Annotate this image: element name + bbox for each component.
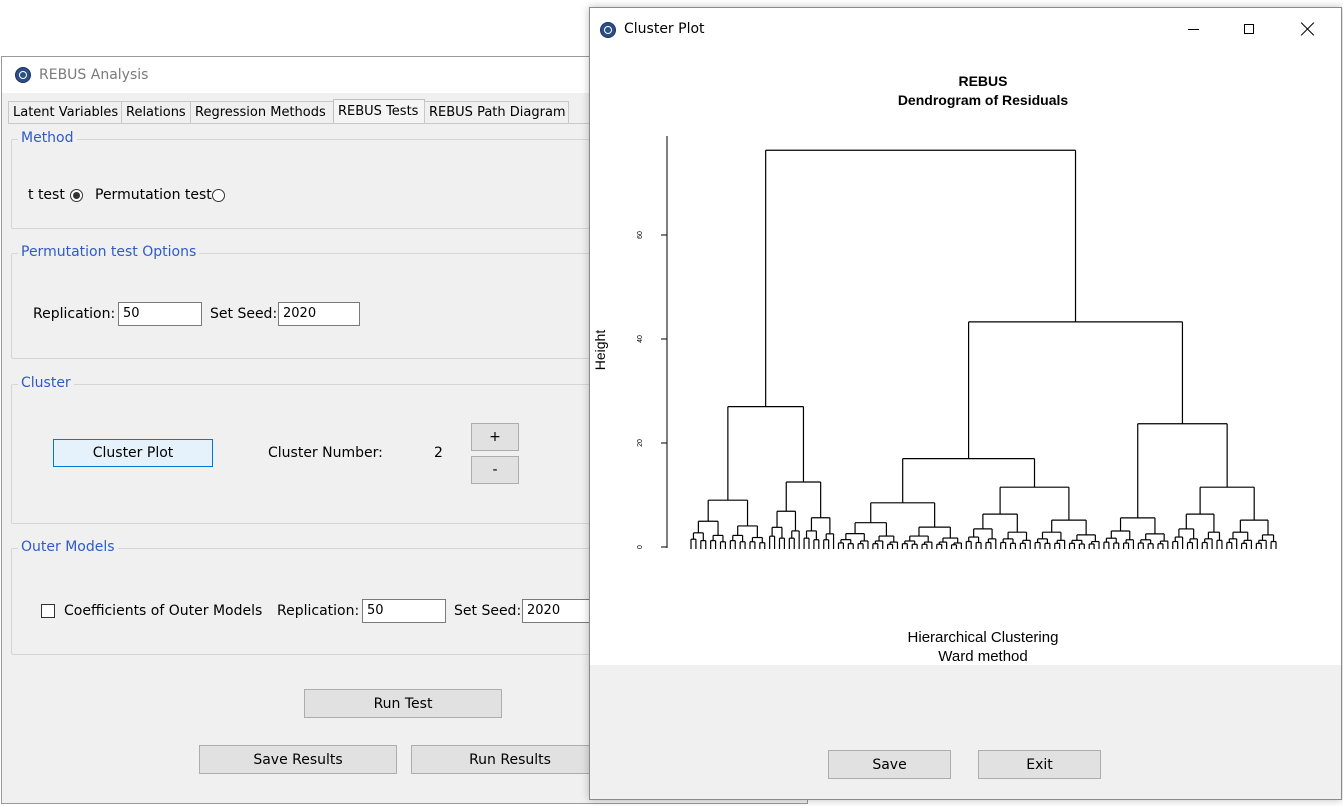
window-title: REBUS Analysis [39,67,149,83]
outer-models-checkbox-label: Coefficients of Outer Models [64,603,263,619]
cluster-plot-window: Cluster Plot REBUS Dendrogram of Residua… [589,7,1342,800]
run-test-button[interactable]: Run Test [304,689,502,718]
close-button[interactable] [1285,8,1331,50]
outer-models-checkbox[interactable] [41,604,55,618]
permutation-test-radio[interactable] [212,189,225,202]
save-results-button[interactable]: Save Results [199,745,397,774]
cluster-app-logo-icon [600,22,616,38]
y-axis-label: Height [592,330,608,371]
permutation-options-title: Permutation test Options [18,244,200,260]
close-icon [1301,22,1315,36]
outer-set-seed-label: Set Seed: [454,603,522,619]
replication-input[interactable]: 50 [118,302,202,326]
cluster-number-value: 2 [434,445,443,461]
tab-relations[interactable]: Relations [121,101,191,123]
y-tick-label-0: 0 [637,545,644,549]
app-logo-icon [15,67,31,83]
dendrogram-plot-area: REBUS Dendrogram of Residuals Height Hie… [590,50,1341,665]
cluster-title-bar: Cluster Plot [590,8,1341,50]
x-axis-label-method: Ward method [938,648,1027,665]
set-seed-label: Set Seed: [210,306,278,322]
maximize-button[interactable] [1226,8,1272,50]
dendrogram-chart: REBUS Dendrogram of Residuals Height Hie… [592,73,1277,665]
cluster-save-button[interactable]: Save [828,750,951,779]
run-results-button[interactable]: Run Results [411,745,609,774]
y-tick-label-2: 40 [637,335,644,343]
cluster-exit-button[interactable]: Exit [978,750,1101,779]
chart-title: REBUS [958,73,1007,89]
minimize-icon [1187,28,1199,30]
permutation-test-label: Permutation test [95,187,212,203]
cluster-increment-button[interactable]: + [471,423,519,451]
y-tick-label-1: 20 [637,439,644,447]
outer-models-title: Outer Models [18,539,118,555]
maximize-icon [1244,24,1254,34]
t-test-radio[interactable] [70,189,83,202]
cluster-window-title: Cluster Plot [624,21,705,37]
dendrogram-branches [690,149,1277,549]
y-axis-ticks: 0 20 40 60 [637,231,667,549]
cluster-number-label: Cluster Number: [268,445,383,461]
tab-regression-methods[interactable]: Regression Methods [190,101,334,123]
y-tick-label-3: 60 [637,231,644,239]
t-test-label: t test [28,187,65,203]
chart-subtitle: Dendrogram of Residuals [898,92,1069,108]
outer-replication-label: Replication: [277,603,360,619]
tab-rebus-path-diagram[interactable]: REBUS Path Diagram [424,101,569,123]
replication-label: Replication: [33,306,116,322]
cluster-group-title: Cluster [18,375,74,391]
set-seed-input[interactable]: 2020 [278,302,360,326]
outer-replication-input[interactable]: 50 [362,599,446,623]
method-group-title: Method [18,130,77,146]
tab-rebus-tests[interactable]: REBUS Tests [333,99,425,123]
x-axis-label: Hierarchical Clustering [908,629,1059,646]
cluster-decrement-button[interactable]: - [471,456,519,484]
cluster-plot-button[interactable]: Cluster Plot [53,439,213,467]
tab-latent-variables[interactable]: Latent Variables [8,101,122,123]
minimize-button[interactable] [1170,8,1216,50]
